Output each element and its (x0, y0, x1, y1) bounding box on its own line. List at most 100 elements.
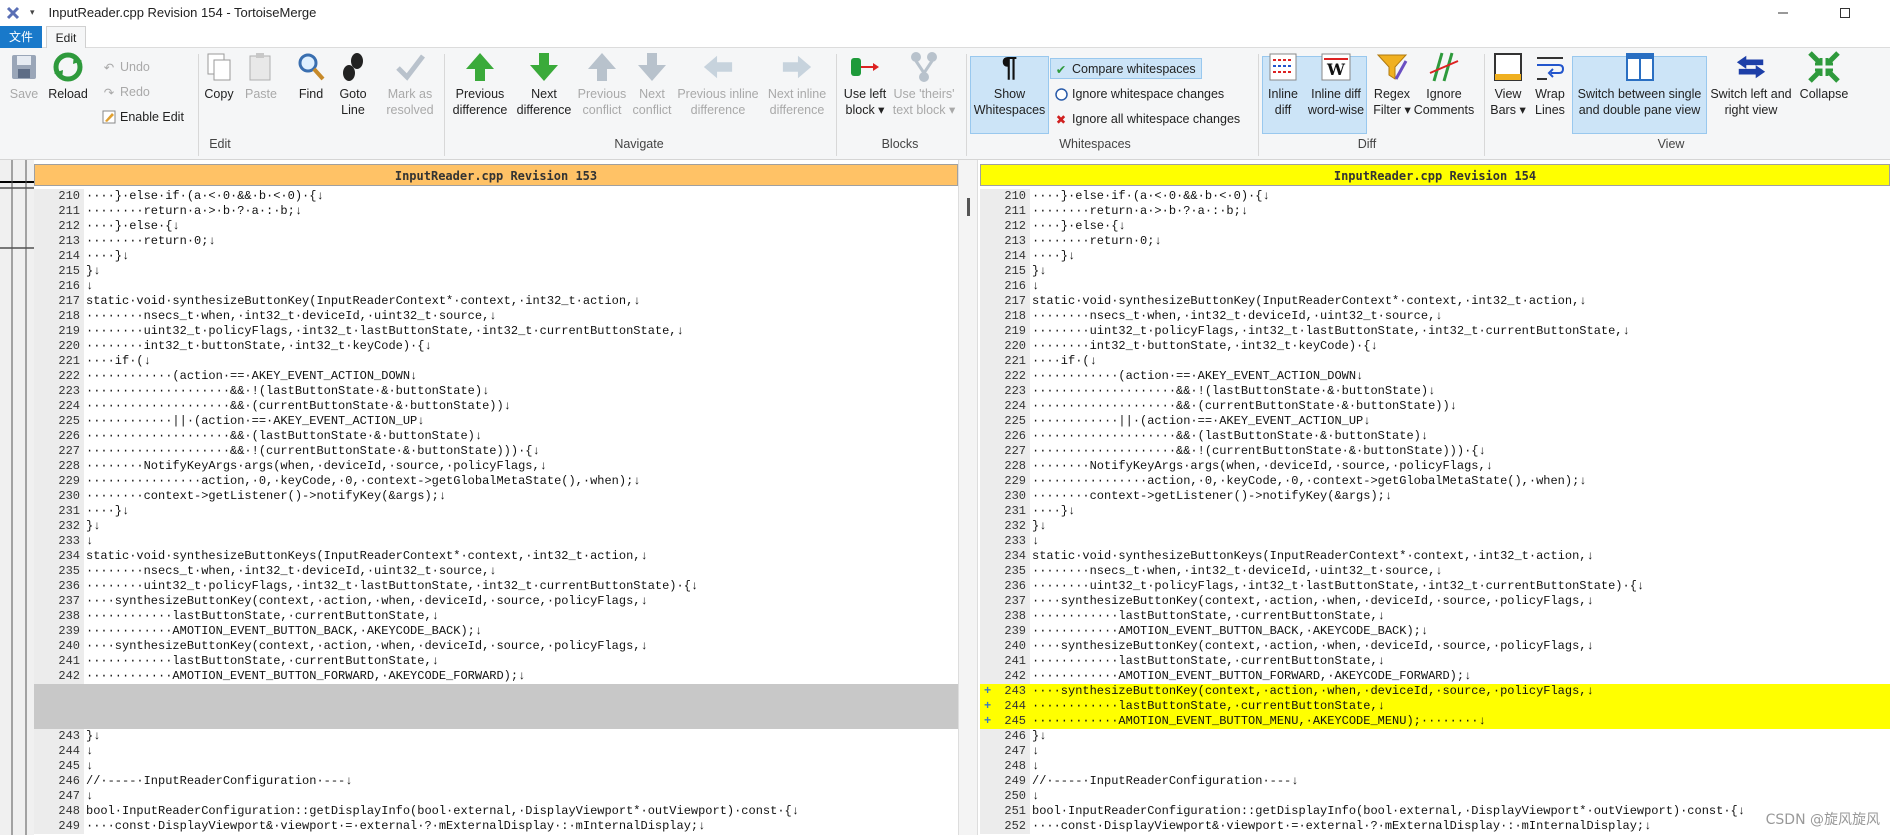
copy-button[interactable]: Copy (200, 50, 238, 102)
code-line[interactable]: 218 ········nsecs_t·when,·int32_t·deviceI… (980, 309, 1890, 324)
code-line[interactable]: 233 ↓ (980, 534, 1890, 549)
code-line[interactable]: 219 ········uint32_t·policyFlags,·int32_t… (980, 324, 1890, 339)
view-bars-button[interactable]: View Bars ▾ (1488, 50, 1528, 118)
use-left-block-button[interactable]: Use left block ▾ (838, 50, 892, 118)
added-code-line[interactable]: 243 + ····synthesizeButtonKey(context,·act… (980, 684, 1890, 699)
code-line[interactable]: 221 ····if·(↓ (34, 354, 958, 369)
code-line[interactable]: 233 ↓ (34, 534, 958, 549)
edit-ribbon-tab[interactable]: Edit (46, 26, 86, 48)
tortoisemerge-app-icon[interactable] (6, 6, 20, 20)
wrap-lines-button[interactable]: Wrap Lines (1530, 50, 1570, 118)
code-line[interactable]: 224 ····················&&·(currentButton… (980, 399, 1890, 414)
code-line[interactable]: 234 static·void·synthesizeButtonKeys(Inpu… (34, 549, 958, 564)
code-line[interactable]: 219 ········uint32_t·policyFlags,·int32_t… (34, 324, 958, 339)
use-theirs-text-block-button[interactable]: Use 'theirs' text block ▾ (888, 50, 960, 118)
code-line[interactable]: 230 ········context->getListener()->notif… (34, 489, 958, 504)
code-line[interactable]: 250 ↓ (980, 789, 1890, 804)
code-line[interactable]: 215}↓ (980, 264, 1890, 279)
save-button[interactable]: Save (4, 50, 44, 102)
code-line[interactable]: 235 ········nsecs_t·when,·int32_t·deviceI… (980, 564, 1890, 579)
code-line[interactable]: 220 ········int32_t·buttonState,·int32_t·… (980, 339, 1890, 354)
code-line[interactable]: 235 ········nsecs_t·when,·int32_t·deviceI… (34, 564, 958, 579)
added-code-line[interactable]: 245 + ············AMOTION_EVENT_BUTTON_MEN… (980, 714, 1890, 729)
code-line[interactable]: 222 ············(action·==·AKEY_EVENT_ACT… (980, 369, 1890, 384)
code-line[interactable]: 240 ····synthesizeButtonKey(context,·acti… (34, 639, 958, 654)
code-line[interactable]: 236 ········uint32_t·policyFlags,·int32_t… (980, 579, 1890, 594)
compare-whitespaces-option[interactable]: ✔ Compare whitespaces (1053, 60, 1196, 78)
ignore-whitespace-changes-option[interactable]: Ignore whitespace changes (1053, 85, 1224, 103)
code-line[interactable]: 212 ····}·else·{↓ (34, 219, 958, 234)
goto-line-button[interactable]: Goto Line (334, 50, 372, 118)
minimize-button[interactable] (1760, 0, 1806, 25)
switch-left-right-view-button[interactable]: Switch left and right view (1708, 50, 1794, 118)
code-line[interactable]: 216 ↓ (980, 279, 1890, 294)
code-line[interactable]: 217 static·void·synthesizeButtonKey(Input… (34, 294, 958, 309)
code-line[interactable]: 227 ····················&&·!(currentButto… (34, 444, 958, 459)
code-line[interactable]: 214 ····}↓ (980, 249, 1890, 264)
code-line[interactable]: 226 ····················&&·(lastButtonSta… (34, 429, 958, 444)
code-line[interactable]: 241 ············lastButtonState,·currentB… (34, 654, 958, 669)
code-line[interactable]: 238 ············lastButtonState,·currentB… (34, 609, 958, 624)
code-line[interactable]: 212 ····}·else·{↓ (980, 219, 1890, 234)
code-line[interactable]: 244 ↓ (34, 744, 958, 759)
code-line[interactable]: 228 ········NotifyKeyArgs·args(when,·devi… (980, 459, 1890, 474)
code-line[interactable]: 252 ····const·DisplayViewport&·viewport·=… (980, 819, 1890, 834)
code-line[interactable]: 230 ········context->getListener()->notif… (980, 489, 1890, 504)
ignore-all-whitespace-changes-option[interactable]: ✖ Ignore all whitespace changes (1053, 110, 1240, 128)
code-line[interactable]: 242 ············AMOTION_EVENT_BUTTON_FORW… (34, 669, 958, 684)
collapse-button[interactable]: Collapse (1794, 50, 1854, 102)
reload-button[interactable]: Reload (46, 50, 90, 102)
code-line[interactable]: 246}↓ (980, 729, 1890, 744)
inline-diff-button[interactable]: Inline diff (1262, 50, 1304, 118)
find-button[interactable]: Find (294, 50, 328, 102)
code-line[interactable]: 247 ↓ (980, 744, 1890, 759)
next-inline-difference-button[interactable]: Next inline difference (762, 50, 832, 118)
previous-difference-button[interactable]: Previous difference (446, 50, 514, 118)
code-line[interactable]: 215}↓ (34, 264, 958, 279)
paste-button[interactable]: Paste (242, 50, 280, 102)
code-line[interactable]: 234 static·void·synthesizeButtonKeys(Inpu… (980, 549, 1890, 564)
scroll-position-marker[interactable] (967, 198, 970, 216)
code-line[interactable]: 248 bool·InputReaderConfiguration::getDis… (34, 804, 958, 819)
previous-conflict-button[interactable]: Previous conflict (576, 50, 628, 118)
code-line[interactable]: 211 ········return·a·>·b·?·a·:·b;↓ (34, 204, 958, 219)
code-line[interactable]: 249 ····const·DisplayViewport&·viewport·=… (34, 819, 958, 834)
code-line[interactable]: 217 static·void·synthesizeButtonKey(Input… (980, 294, 1890, 309)
enable-edit-button[interactable]: Enable Edit (101, 108, 184, 126)
code-line[interactable]: 214 ····}↓ (34, 249, 958, 264)
switch-single-double-pane-button[interactable]: Switch between single and double pane vi… (1572, 50, 1707, 118)
ignore-comments-button[interactable]: Ignore Comments (1414, 50, 1474, 118)
code-line[interactable]: 251 bool·InputReaderConfiguration::getDis… (980, 804, 1890, 819)
code-line[interactable]: 232}↓ (980, 519, 1890, 534)
code-line[interactable]: 236 ········uint32_t·policyFlags,·int32_t… (34, 579, 958, 594)
right-pane[interactable]: InputReader.cpp Revision 154 210 ····}·el… (980, 160, 1890, 835)
code-line[interactable]: 221 ····if·(↓ (980, 354, 1890, 369)
quick-access-dropdown-icon[interactable]: ▾ (30, 7, 35, 18)
code-line[interactable]: 226 ····················&&·(lastButtonSta… (980, 429, 1890, 444)
code-line[interactable]: 240 ····synthesizeButtonKey(context,·acti… (980, 639, 1890, 654)
code-line[interactable]: 246//·----·InputReaderConfiguration·---↓ (34, 774, 958, 789)
code-line[interactable]: 231 ····}↓ (980, 504, 1890, 519)
code-line[interactable]: 239 ············AMOTION_EVENT_BUTTON_BACK… (34, 624, 958, 639)
mark-as-resolved-button[interactable]: Mark as resolved (382, 50, 438, 118)
code-line[interactable]: 224 ····················&&·(currentButton… (34, 399, 958, 414)
redo-button[interactable]: ↷ Redo (101, 83, 150, 101)
file-menu-tab[interactable]: 文件 (0, 26, 42, 48)
code-line[interactable]: 237 ····synthesizeButtonKey(context,·acti… (34, 594, 958, 609)
code-line[interactable]: 213 ········return·0;↓ (34, 234, 958, 249)
code-line[interactable]: 210 ····}·else·if·(a·<·0·&&·b·<·0)·{↓ (980, 189, 1890, 204)
code-line[interactable]: 245 ↓ (34, 759, 958, 774)
code-line[interactable]: 216 ↓ (34, 279, 958, 294)
code-line[interactable]: 232}↓ (34, 519, 958, 534)
code-line[interactable]: 247 ↓ (34, 789, 958, 804)
code-line[interactable]: 229 ················action,·0,·keyCode,·0… (34, 474, 958, 489)
code-line[interactable]: 241 ············lastButtonState,·currentB… (980, 654, 1890, 669)
maximize-button[interactable] (1830, 0, 1860, 25)
code-line[interactable]: 237 ····synthesizeButtonKey(context,·acti… (980, 594, 1890, 609)
code-line[interactable]: 225 ············||·(action·==·AKEY_EVENT_… (34, 414, 958, 429)
code-line[interactable]: 238 ············lastButtonState,·currentB… (980, 609, 1890, 624)
code-line[interactable]: 227 ····················&&·!(currentButto… (980, 444, 1890, 459)
next-difference-button[interactable]: Next difference (514, 50, 574, 118)
regex-filter-button[interactable]: Regex Filter ▾ (1370, 50, 1414, 118)
code-line[interactable]: 222 ············(action·==·AKEY_EVENT_ACT… (34, 369, 958, 384)
